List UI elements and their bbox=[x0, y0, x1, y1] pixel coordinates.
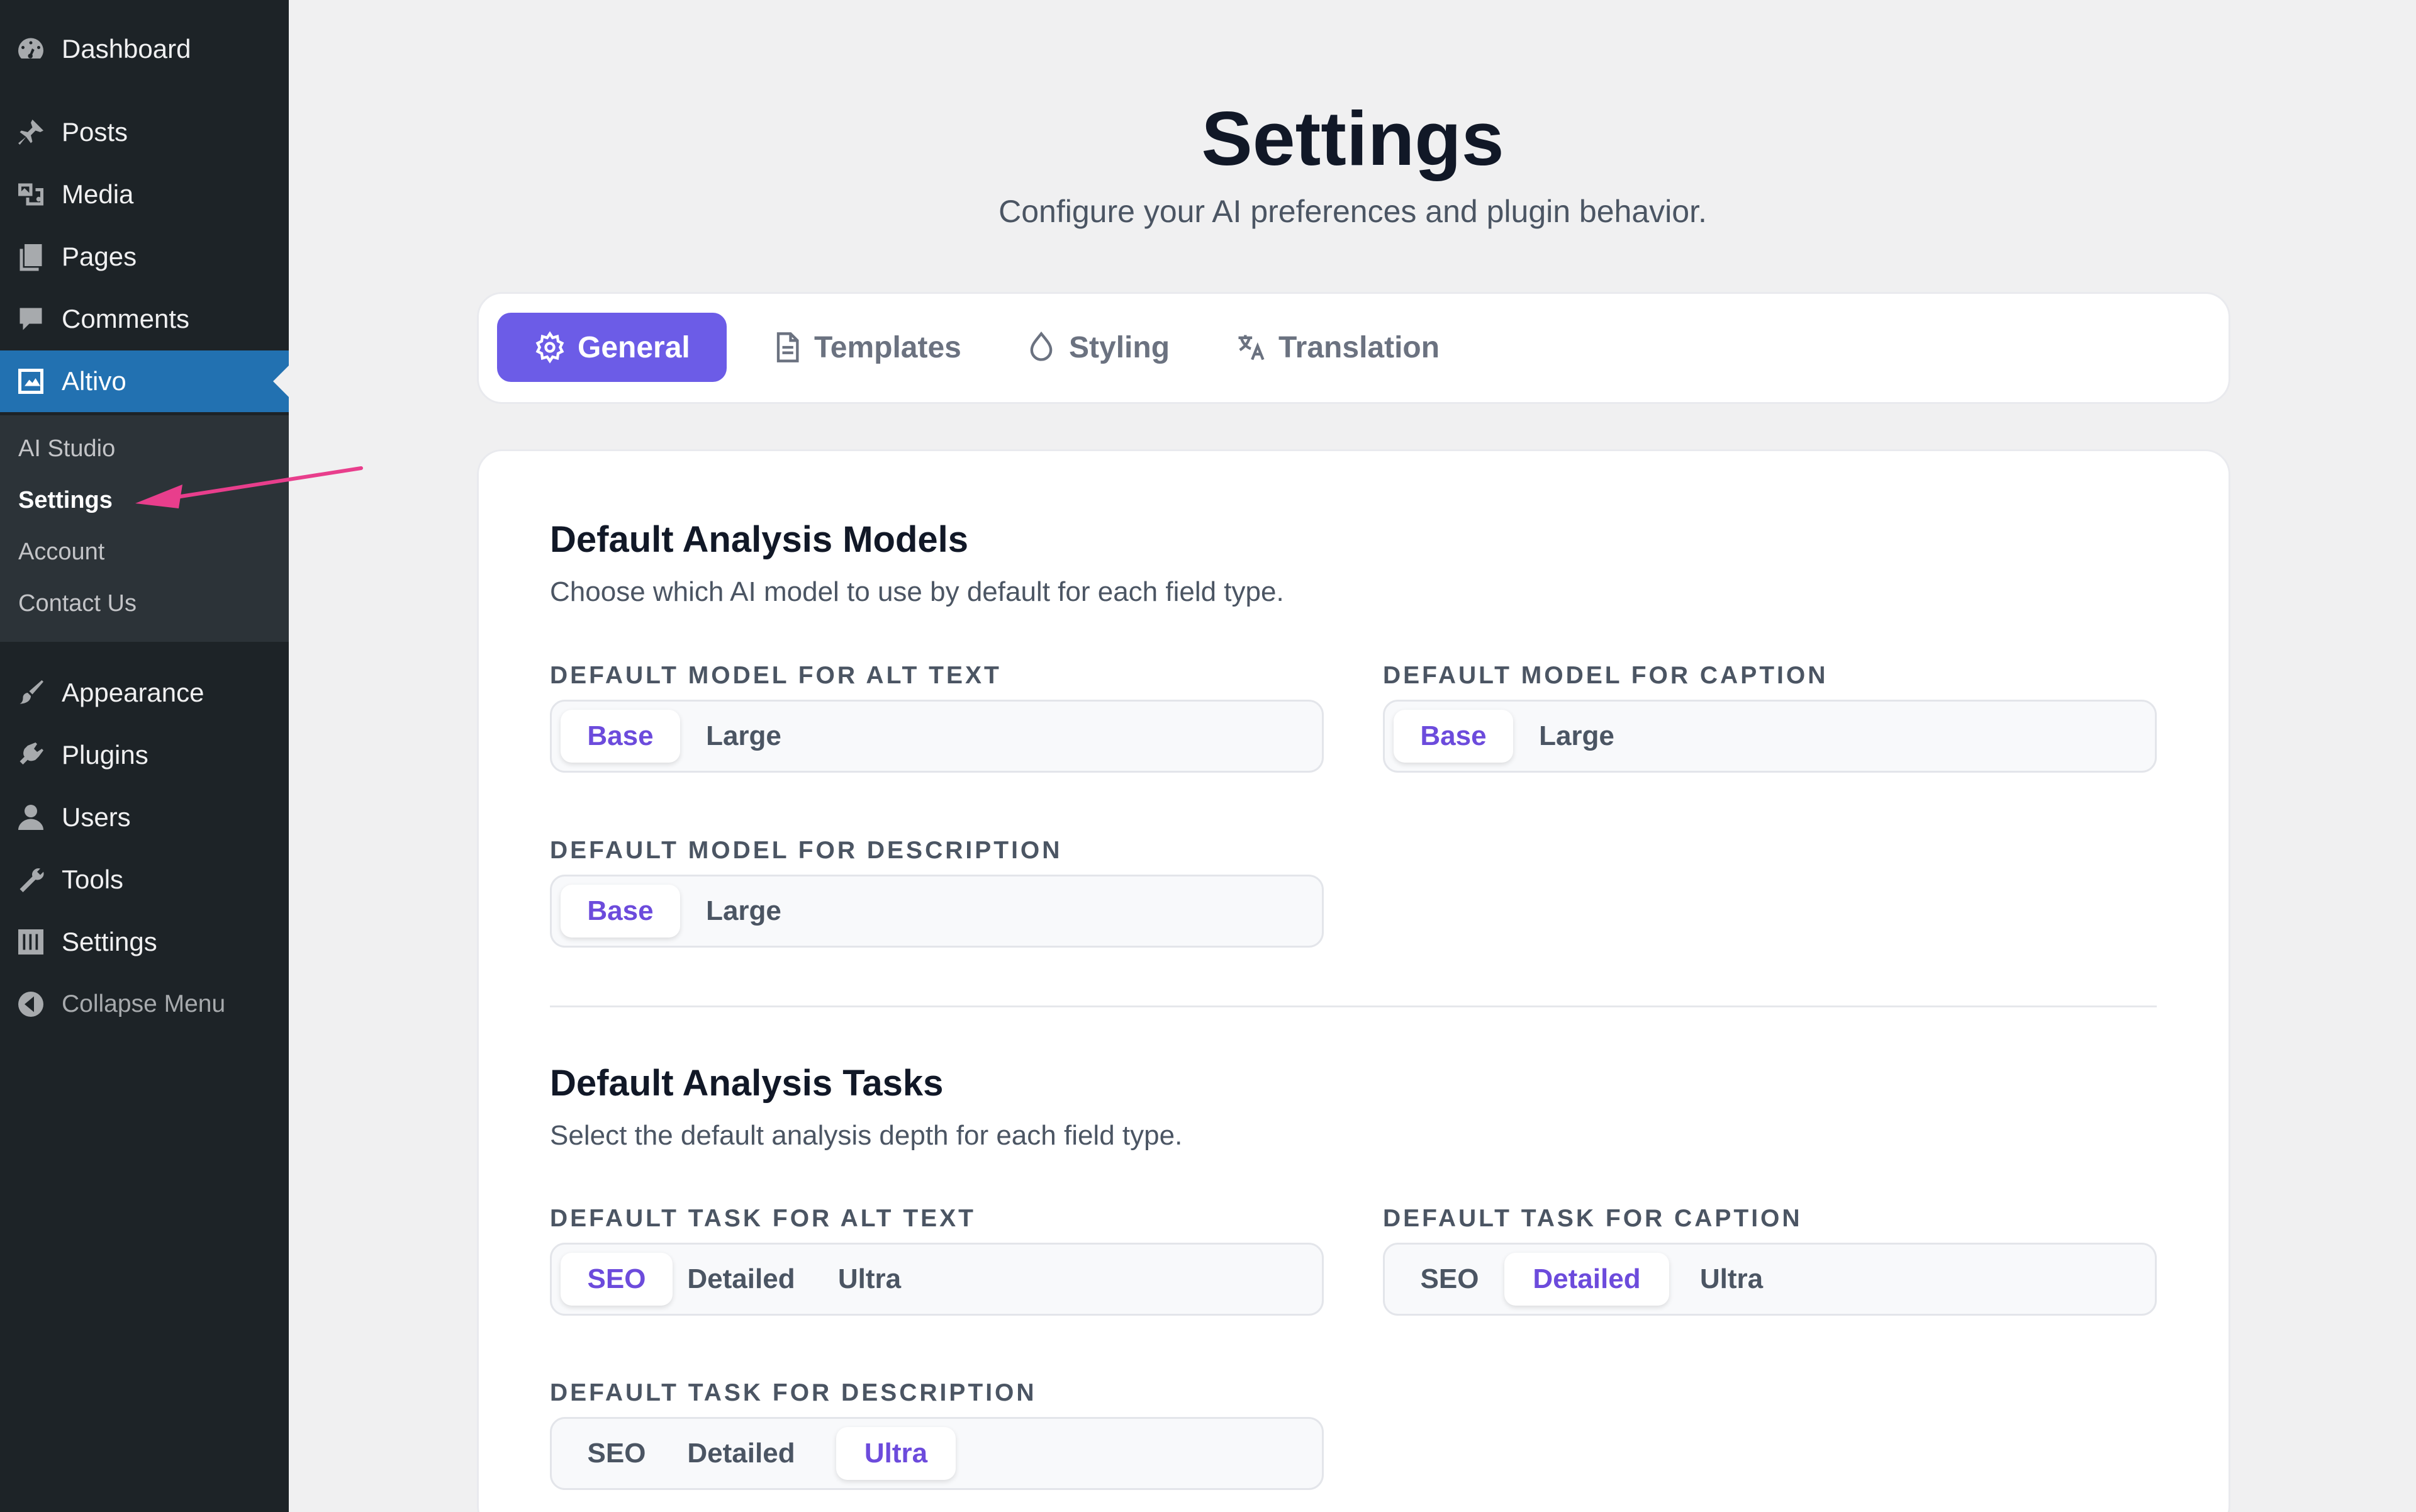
option-large[interactable]: Large bbox=[1517, 710, 1636, 763]
tab-label: Templates bbox=[814, 330, 961, 364]
option-detailed[interactable]: Detailed bbox=[675, 1253, 807, 1306]
option-seo[interactable]: SEO bbox=[561, 1253, 673, 1306]
gear-icon bbox=[534, 331, 566, 364]
model-description-selector: Base Large bbox=[550, 875, 1324, 948]
option-large[interactable]: Large bbox=[684, 710, 803, 763]
option-detailed[interactable]: Detailed bbox=[675, 1427, 807, 1480]
section-divider bbox=[550, 1005, 2157, 1007]
model-alt-text-label: DEFAULT MODEL FOR ALT TEXT bbox=[550, 662, 1002, 689]
menu-settings[interactable]: Settings bbox=[0, 911, 289, 973]
option-seo[interactable]: SEO bbox=[1394, 1253, 1506, 1306]
tab-styling[interactable]: Styling bbox=[988, 313, 1206, 382]
submenu-contact-us[interactable]: Contact Us bbox=[18, 590, 137, 617]
settings-card bbox=[477, 449, 2230, 1512]
task-description-label: DEFAULT TASK FOR DESCRIPTION bbox=[550, 1379, 1037, 1406]
menu-tools[interactable]: Tools bbox=[0, 849, 289, 910]
models-section-description: Choose which AI model to use by default … bbox=[550, 576, 1284, 607]
page-title: Settings bbox=[1201, 96, 1504, 181]
tab-label: Styling bbox=[1069, 330, 1170, 364]
translate-icon bbox=[1234, 331, 1267, 364]
tab-general[interactable]: General bbox=[497, 313, 727, 382]
menu-label: Tools bbox=[62, 865, 124, 894]
task-caption-selector: SEO Detailed Ultra bbox=[1383, 1243, 2157, 1316]
option-detailed[interactable]: Detailed bbox=[1504, 1253, 1669, 1306]
option-ultra[interactable]: Ultra bbox=[810, 1253, 929, 1306]
tasks-section-title: Default Analysis Tasks bbox=[550, 1063, 944, 1104]
option-ultra[interactable]: Ultra bbox=[1672, 1253, 1791, 1306]
model-caption-label: DEFAULT MODEL FOR CAPTION bbox=[1383, 662, 1828, 689]
wrench-icon bbox=[0, 849, 62, 910]
settings-sliders-icon bbox=[0, 911, 62, 973]
option-base[interactable]: Base bbox=[1394, 710, 1513, 763]
submenu-account[interactable]: Account bbox=[18, 539, 104, 566]
annotation-arrow-icon bbox=[135, 466, 363, 508]
option-seo[interactable]: SEO bbox=[561, 1427, 673, 1480]
droplet-icon bbox=[1025, 331, 1058, 364]
task-description-selector: SEO Detailed Ultra bbox=[550, 1417, 1324, 1490]
option-base[interactable]: Base bbox=[561, 885, 680, 938]
menu-label: Collapse Menu bbox=[62, 990, 226, 1017]
tabs-bar: General Templates Styling Translation bbox=[477, 292, 2230, 404]
menu-collapse[interactable]: Collapse Menu bbox=[0, 973, 289, 1035]
menu-users[interactable]: Users bbox=[0, 787, 289, 848]
tab-translation[interactable]: Translation bbox=[1198, 313, 1476, 382]
document-icon bbox=[770, 331, 803, 364]
option-ultra[interactable]: Ultra bbox=[836, 1427, 956, 1480]
task-caption-label: DEFAULT TASK FOR CAPTION bbox=[1383, 1205, 1803, 1232]
menu-plugins[interactable]: Plugins bbox=[0, 724, 289, 786]
tab-label: Translation bbox=[1278, 330, 1440, 364]
paintbrush-icon bbox=[0, 662, 62, 724]
tab-templates[interactable]: Templates bbox=[734, 313, 998, 382]
task-alt-text-selector: SEO Detailed Ultra bbox=[550, 1243, 1324, 1316]
tasks-section-description: Select the default analysis depth for ea… bbox=[550, 1120, 1183, 1151]
menu-label: Users bbox=[62, 802, 131, 832]
model-description-label: DEFAULT MODEL FOR DESCRIPTION bbox=[550, 837, 1063, 864]
model-caption-selector: Base Large bbox=[1383, 700, 2157, 773]
plugin-icon bbox=[0, 724, 62, 786]
menu-label: Settings bbox=[62, 927, 157, 956]
collapse-arrow-icon bbox=[0, 973, 62, 1035]
option-large[interactable]: Large bbox=[684, 885, 803, 938]
option-base[interactable]: Base bbox=[561, 710, 680, 763]
tab-label: General bbox=[578, 330, 690, 364]
task-alt-text-label: DEFAULT TASK FOR ALT TEXT bbox=[550, 1205, 976, 1232]
models-section-title: Default Analysis Models bbox=[550, 519, 969, 560]
page-subtitle: Configure your AI preferences and plugin… bbox=[998, 194, 1707, 229]
model-alt-text-selector: Base Large bbox=[550, 700, 1324, 773]
menu-label: Plugins bbox=[62, 740, 148, 770]
user-icon bbox=[0, 787, 62, 848]
menu-label: Appearance bbox=[62, 678, 204, 707]
menu-appearance[interactable]: Appearance bbox=[0, 662, 289, 724]
